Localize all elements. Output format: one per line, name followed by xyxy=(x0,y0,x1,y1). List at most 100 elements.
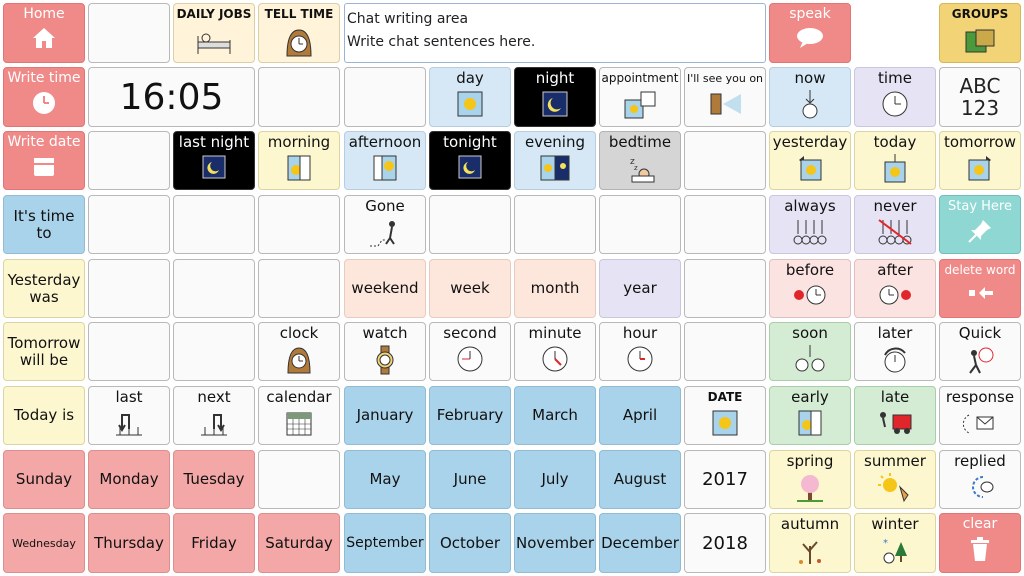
weekend-button[interactable]: weekend xyxy=(344,259,426,318)
bedtime-button[interactable]: bedtime zz xyxy=(599,131,681,190)
groups-button[interactable]: GROUPS xyxy=(939,3,1021,63)
today-is-button[interactable]: Today is xyxy=(3,386,85,445)
july-button[interactable]: July xyxy=(514,450,596,509)
daily-jobs-button[interactable]: DAILY JOBS xyxy=(173,3,255,63)
empty-cell[interactable] xyxy=(344,67,426,127)
later-button[interactable]: later xyxy=(854,322,936,381)
empty-cell[interactable] xyxy=(429,195,511,254)
chat-writing-area[interactable]: Chat writing area Write chat sentences h… xyxy=(344,3,766,63)
august-button[interactable]: August xyxy=(599,450,681,509)
empty-cell[interactable] xyxy=(258,195,340,254)
speak-button[interactable]: speak xyxy=(769,3,851,63)
empty-cell[interactable] xyxy=(173,195,255,254)
watch-button[interactable]: watch xyxy=(344,322,426,381)
autumn-button[interactable]: autumn xyxy=(769,513,851,573)
always-button[interactable]: always xyxy=(769,195,851,254)
gone-button[interactable]: Gone xyxy=(344,195,426,254)
clock-button[interactable]: clock xyxy=(258,322,340,381)
april-button[interactable]: April xyxy=(599,386,681,445)
quick-button[interactable]: Quick xyxy=(939,322,1021,381)
january-button[interactable]: January xyxy=(344,386,426,445)
see-you-on-button[interactable]: I'll see you on xyxy=(684,67,766,127)
empty-cell[interactable] xyxy=(599,195,681,254)
december-button[interactable]: December xyxy=(599,513,681,573)
year-button[interactable]: year xyxy=(599,259,681,318)
last-night-button[interactable]: last night xyxy=(173,131,255,190)
thursday-button[interactable]: Thursday xyxy=(88,513,170,573)
tonight-button[interactable]: tonight xyxy=(429,131,511,190)
today-button[interactable]: today xyxy=(854,131,936,190)
day-button[interactable]: day xyxy=(429,67,511,127)
sunday-button[interactable]: Sunday xyxy=(3,450,85,509)
year-2017-button[interactable]: 2017 xyxy=(684,450,766,509)
march-button[interactable]: March xyxy=(514,386,596,445)
winter-button[interactable]: winter * xyxy=(854,513,936,573)
tuesday-button[interactable]: Tuesday xyxy=(173,450,255,509)
empty-cell[interactable] xyxy=(258,67,340,127)
september-button[interactable]: September xyxy=(344,513,426,573)
empty-cell[interactable] xyxy=(258,450,340,509)
keyboard-button[interactable]: ABC 123 xyxy=(939,67,1021,127)
empty-cell[interactable] xyxy=(258,259,340,318)
empty-cell[interactable] xyxy=(88,131,170,190)
calendar-button[interactable]: calendar xyxy=(258,386,340,445)
before-button[interactable]: before xyxy=(769,259,851,318)
write-date-button[interactable]: Write date xyxy=(3,131,85,190)
empty-cell[interactable] xyxy=(88,3,170,63)
friday-button[interactable]: Friday xyxy=(173,513,255,573)
empty-cell[interactable] xyxy=(514,195,596,254)
year-2018-button[interactable]: 2018 xyxy=(684,513,766,573)
summer-button[interactable]: summer xyxy=(854,450,936,509)
spring-button[interactable]: spring xyxy=(769,450,851,509)
hour-button[interactable]: hour xyxy=(599,322,681,381)
late-button[interactable]: late xyxy=(854,386,936,445)
tomorrow-will-be-button[interactable]: Tomorrow will be xyxy=(3,322,85,381)
empty-cell[interactable] xyxy=(684,259,766,318)
wednesday-button[interactable]: Wednesday xyxy=(3,513,85,573)
tomorrow-button[interactable]: tomorrow xyxy=(939,131,1021,190)
appointment-button[interactable]: appointment xyxy=(599,67,681,127)
evening-button[interactable]: evening xyxy=(514,131,596,190)
after-button[interactable]: after xyxy=(854,259,936,318)
now-button[interactable]: now xyxy=(769,67,851,127)
yesterday-button[interactable]: yesterday xyxy=(769,131,851,190)
minute-button[interactable]: minute xyxy=(514,322,596,381)
morning-button[interactable]: morning xyxy=(258,131,340,190)
may-button[interactable]: May xyxy=(344,450,426,509)
second-button[interactable]: second xyxy=(429,322,511,381)
october-button[interactable]: October xyxy=(429,513,511,573)
its-time-to-button[interactable]: It's time to xyxy=(3,195,85,254)
replied-button[interactable]: replied xyxy=(939,450,1021,509)
empty-cell[interactable] xyxy=(173,259,255,318)
yesterday-was-button[interactable]: Yesterday was xyxy=(3,259,85,318)
saturday-button[interactable]: Saturday xyxy=(258,513,340,573)
june-button[interactable]: June xyxy=(429,450,511,509)
night-button[interactable]: night xyxy=(514,67,596,127)
soon-button[interactable]: soon xyxy=(769,322,851,381)
date-button[interactable]: DATE xyxy=(684,386,766,445)
empty-cell[interactable] xyxy=(88,322,170,381)
clear-button[interactable]: clear xyxy=(939,513,1021,573)
stay-here-button[interactable]: Stay Here xyxy=(939,195,1021,254)
empty-cell[interactable] xyxy=(684,131,766,190)
month-button[interactable]: month xyxy=(514,259,596,318)
empty-cell[interactable] xyxy=(88,259,170,318)
next-button[interactable]: next xyxy=(173,386,255,445)
tell-time-button[interactable]: TELL TIME xyxy=(258,3,340,63)
empty-cell[interactable] xyxy=(88,195,170,254)
week-button[interactable]: week xyxy=(429,259,511,318)
empty-cell[interactable] xyxy=(684,195,766,254)
february-button[interactable]: February xyxy=(429,386,511,445)
last-button[interactable]: last xyxy=(88,386,170,445)
early-button[interactable]: early xyxy=(769,386,851,445)
november-button[interactable]: November xyxy=(514,513,596,573)
afternoon-button[interactable]: afternoon xyxy=(344,131,426,190)
write-time-button[interactable]: Write time xyxy=(3,67,85,127)
never-button[interactable]: never xyxy=(854,195,936,254)
home-button[interactable]: Home xyxy=(3,3,85,63)
time-button[interactable]: time xyxy=(854,67,936,127)
delete-word-button[interactable]: delete word xyxy=(939,259,1021,318)
empty-cell[interactable] xyxy=(173,322,255,381)
monday-button[interactable]: Monday xyxy=(88,450,170,509)
response-button[interactable]: response xyxy=(939,386,1021,445)
